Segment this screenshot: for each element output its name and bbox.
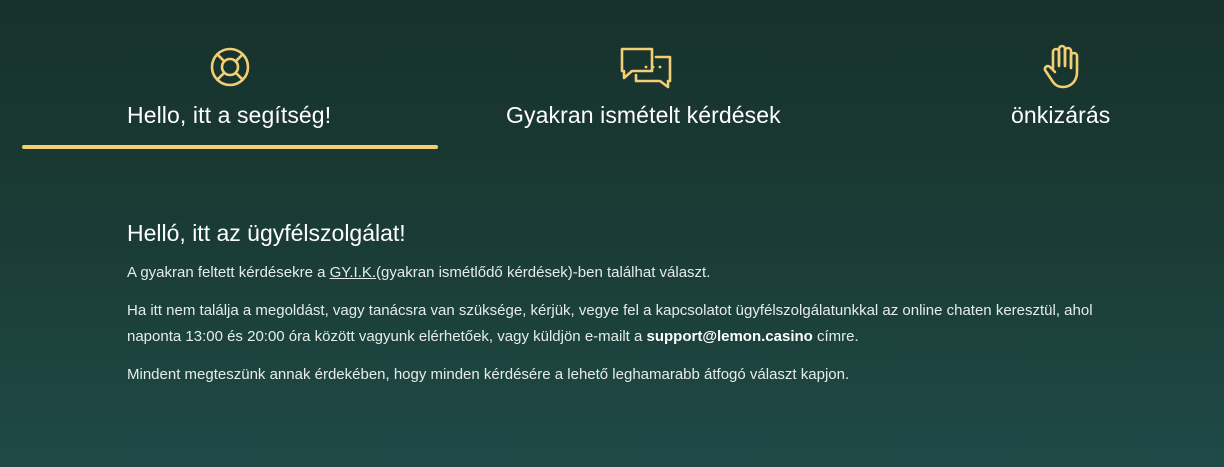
faq-paragraph: A gyakran feltett kérdésekre a GY.I.K.(g… <box>127 264 711 281</box>
tab-help[interactable]: Hello, itt a segítség! <box>22 0 438 150</box>
help-content: Helló, itt az ügyfélszolgálat! A gyakran… <box>127 218 1127 400</box>
tab-faq[interactable]: Gyakran ismételt kérdések <box>458 0 834 150</box>
page-title: Helló, itt az ügyfélszolgálat! <box>127 220 406 246</box>
closing-paragraph: Mindent megteszünk annak érdekében, hogy… <box>127 366 850 383</box>
help-tabs: Hello, itt a segítség! Gyakran ismételt … <box>0 0 1224 150</box>
lifebuoy-icon <box>207 44 253 90</box>
support-email: support@lemon.casino <box>646 328 813 345</box>
active-tab-indicator <box>22 145 438 149</box>
tab-self-exclusion[interactable]: önkizárás <box>900 0 1224 150</box>
tab-faq-label: Gyakran ismételt kérdések <box>506 102 781 128</box>
chat-bubbles-icon <box>618 44 674 90</box>
faq-link[interactable]: GY.I.K. <box>330 264 376 281</box>
tab-self-exclusion-label: önkizárás <box>1011 102 1111 128</box>
contact-paragraph: Ha itt nem találja a megoldást, vagy tan… <box>127 302 1093 345</box>
hand-icon <box>1039 44 1085 90</box>
tab-help-label: Hello, itt a segítség! <box>127 102 332 128</box>
